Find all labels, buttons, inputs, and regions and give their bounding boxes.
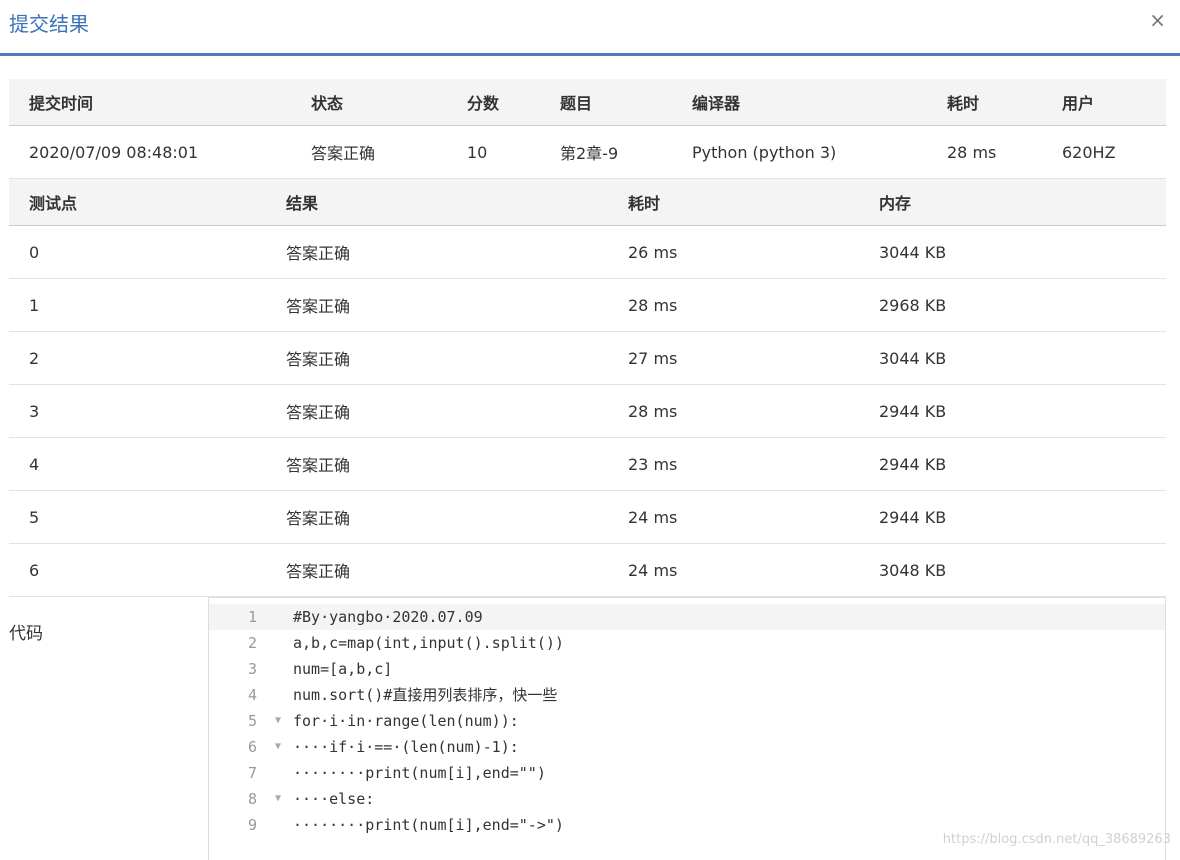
- header-test-point: 测试点: [9, 179, 266, 226]
- line-number: 2: [247, 634, 257, 652]
- submit-time: 2020/07/09 08:48:01: [9, 125, 291, 179]
- header-memory: 内存: [859, 179, 1166, 226]
- submission-summary-table: 提交时间 状态 分数 题目 编译器 耗时 用户 2020/07/09 08:48…: [9, 79, 1166, 179]
- test-id: 0: [9, 225, 266, 279]
- problem-link[interactable]: 第2章-9: [540, 125, 672, 179]
- code-text: ········print(num[i],end=""): [293, 764, 546, 782]
- status-badge: 答案正确: [291, 125, 447, 179]
- elapsed-time: 28 ms: [927, 125, 1042, 179]
- tests-header-row: 测试点 结果 耗时 内存: [9, 179, 1166, 226]
- table-row: 6 答案正确 24 ms 3048 KB: [9, 543, 1166, 597]
- line-number: 8: [247, 790, 257, 808]
- test-result: 答案正确: [266, 384, 608, 438]
- test-memory: 2944 KB: [859, 384, 1166, 438]
- close-icon[interactable]: ×: [1149, 8, 1166, 32]
- table-row: 2 答案正确 27 ms 3044 KB: [9, 331, 1166, 385]
- code-line: 3 num=[a,b,c]: [209, 656, 1165, 682]
- header-status: 状态: [291, 79, 447, 126]
- code-text: #By·yangbo·2020.07.09: [293, 608, 483, 626]
- header-score: 分数: [447, 79, 540, 126]
- table-row: 5 答案正确 24 ms 2944 KB: [9, 490, 1166, 544]
- line-number: 6: [247, 738, 257, 756]
- fold-arrow-icon[interactable]: ▼: [275, 786, 281, 812]
- header-time: 耗时: [608, 179, 859, 226]
- line-number: 1: [247, 608, 257, 626]
- dialog-title: 提交结果: [9, 12, 89, 36]
- test-time: 28 ms: [608, 278, 859, 332]
- code-line: 6 ▼ ····if·i·==·(len(num)-1):: [209, 734, 1165, 760]
- code-text: ····if·i·==·(len(num)-1):: [293, 738, 519, 756]
- code-label: 代码: [9, 624, 43, 644]
- test-memory: 3048 KB: [859, 543, 1166, 597]
- score: 10: [447, 125, 540, 179]
- code-text: num.sort()#直接用列表排序，快一些: [293, 686, 558, 704]
- header-user: 用户: [1042, 79, 1166, 126]
- test-time: 28 ms: [608, 384, 859, 438]
- test-cases-table: 测试点 结果 耗时 内存 0 答案正确 26 ms 3044 KB 1 答案正确…: [9, 179, 1166, 597]
- code-text: ········print(num[i],end="->"): [293, 816, 564, 834]
- header-elapsed: 耗时: [927, 79, 1042, 126]
- watermark: https://blog.csdn.net/qq_38689263: [942, 832, 1171, 847]
- header-compiler: 编译器: [672, 79, 927, 126]
- test-id: 3: [9, 384, 266, 438]
- test-memory: 3044 KB: [859, 225, 1166, 279]
- line-number: 7: [247, 764, 257, 782]
- line-number: 3: [247, 660, 257, 678]
- table-row: 3 答案正确 28 ms 2944 KB: [9, 384, 1166, 438]
- code-text: a,b,c=map(int,input().split()): [293, 634, 564, 652]
- test-time: 26 ms: [608, 225, 859, 279]
- code-line: 2 a,b,c=map(int,input().split()): [209, 630, 1165, 656]
- test-result: 答案正确: [266, 437, 608, 491]
- code-line: 1 #By·yangbo·2020.07.09: [209, 604, 1165, 630]
- line-number: 5: [247, 712, 257, 730]
- test-result: 答案正确: [266, 331, 608, 385]
- header-submit-time: 提交时间: [9, 79, 291, 126]
- test-result: 答案正确: [266, 278, 608, 332]
- table-row: 0 答案正确 26 ms 3044 KB: [9, 225, 1166, 279]
- test-time: 24 ms: [608, 490, 859, 544]
- test-time: 24 ms: [608, 543, 859, 597]
- line-number: 9: [247, 816, 257, 834]
- test-id: 2: [9, 331, 266, 385]
- test-memory: 3044 KB: [859, 331, 1166, 385]
- code-editor[interactable]: 1 #By·yangbo·2020.07.09 2 a,b,c=map(int,…: [208, 597, 1166, 860]
- user-name: 620HZ: [1042, 125, 1166, 179]
- test-id: 4: [9, 437, 266, 491]
- code-line: 7 ········print(num[i],end=""): [209, 760, 1165, 786]
- code-line: 5 ▼ for·i·in·range(len(num)):: [209, 708, 1165, 734]
- code-line: 4 num.sort()#直接用列表排序，快一些: [209, 682, 1165, 708]
- fold-arrow-icon[interactable]: ▼: [275, 734, 281, 760]
- test-memory: 2944 KB: [859, 437, 1166, 491]
- test-id: 1: [9, 278, 266, 332]
- test-memory: 2944 KB: [859, 490, 1166, 544]
- compiler: Python (python 3): [672, 125, 927, 179]
- code-line: 8 ▼ ····else:: [209, 786, 1165, 812]
- header-problem: 题目: [540, 79, 672, 126]
- code-text: ····else:: [293, 790, 375, 808]
- test-memory: 2968 KB: [859, 278, 1166, 332]
- test-time: 23 ms: [608, 437, 859, 491]
- test-result: 答案正确: [266, 543, 608, 597]
- test-result: 答案正确: [266, 490, 608, 544]
- test-result: 答案正确: [266, 225, 608, 279]
- table-row: 4 答案正确 23 ms 2944 KB: [9, 437, 1166, 491]
- code-text: for·i·in·range(len(num)):: [293, 712, 519, 730]
- test-id: 6: [9, 543, 266, 597]
- code-text: num=[a,b,c]: [293, 660, 393, 678]
- fold-arrow-icon[interactable]: ▼: [275, 708, 281, 734]
- test-time: 27 ms: [608, 331, 859, 385]
- summary-row: 2020/07/09 08:48:01 答案正确 10 第2章-9 Python…: [9, 125, 1166, 179]
- table-row: 1 答案正确 28 ms 2968 KB: [9, 278, 1166, 332]
- dialog-header: 提交结果 ×: [0, 0, 1180, 56]
- test-id: 5: [9, 490, 266, 544]
- line-number: 4: [247, 686, 257, 704]
- header-result: 结果: [266, 179, 608, 226]
- summary-header-row: 提交时间 状态 分数 题目 编译器 耗时 用户: [9, 79, 1166, 126]
